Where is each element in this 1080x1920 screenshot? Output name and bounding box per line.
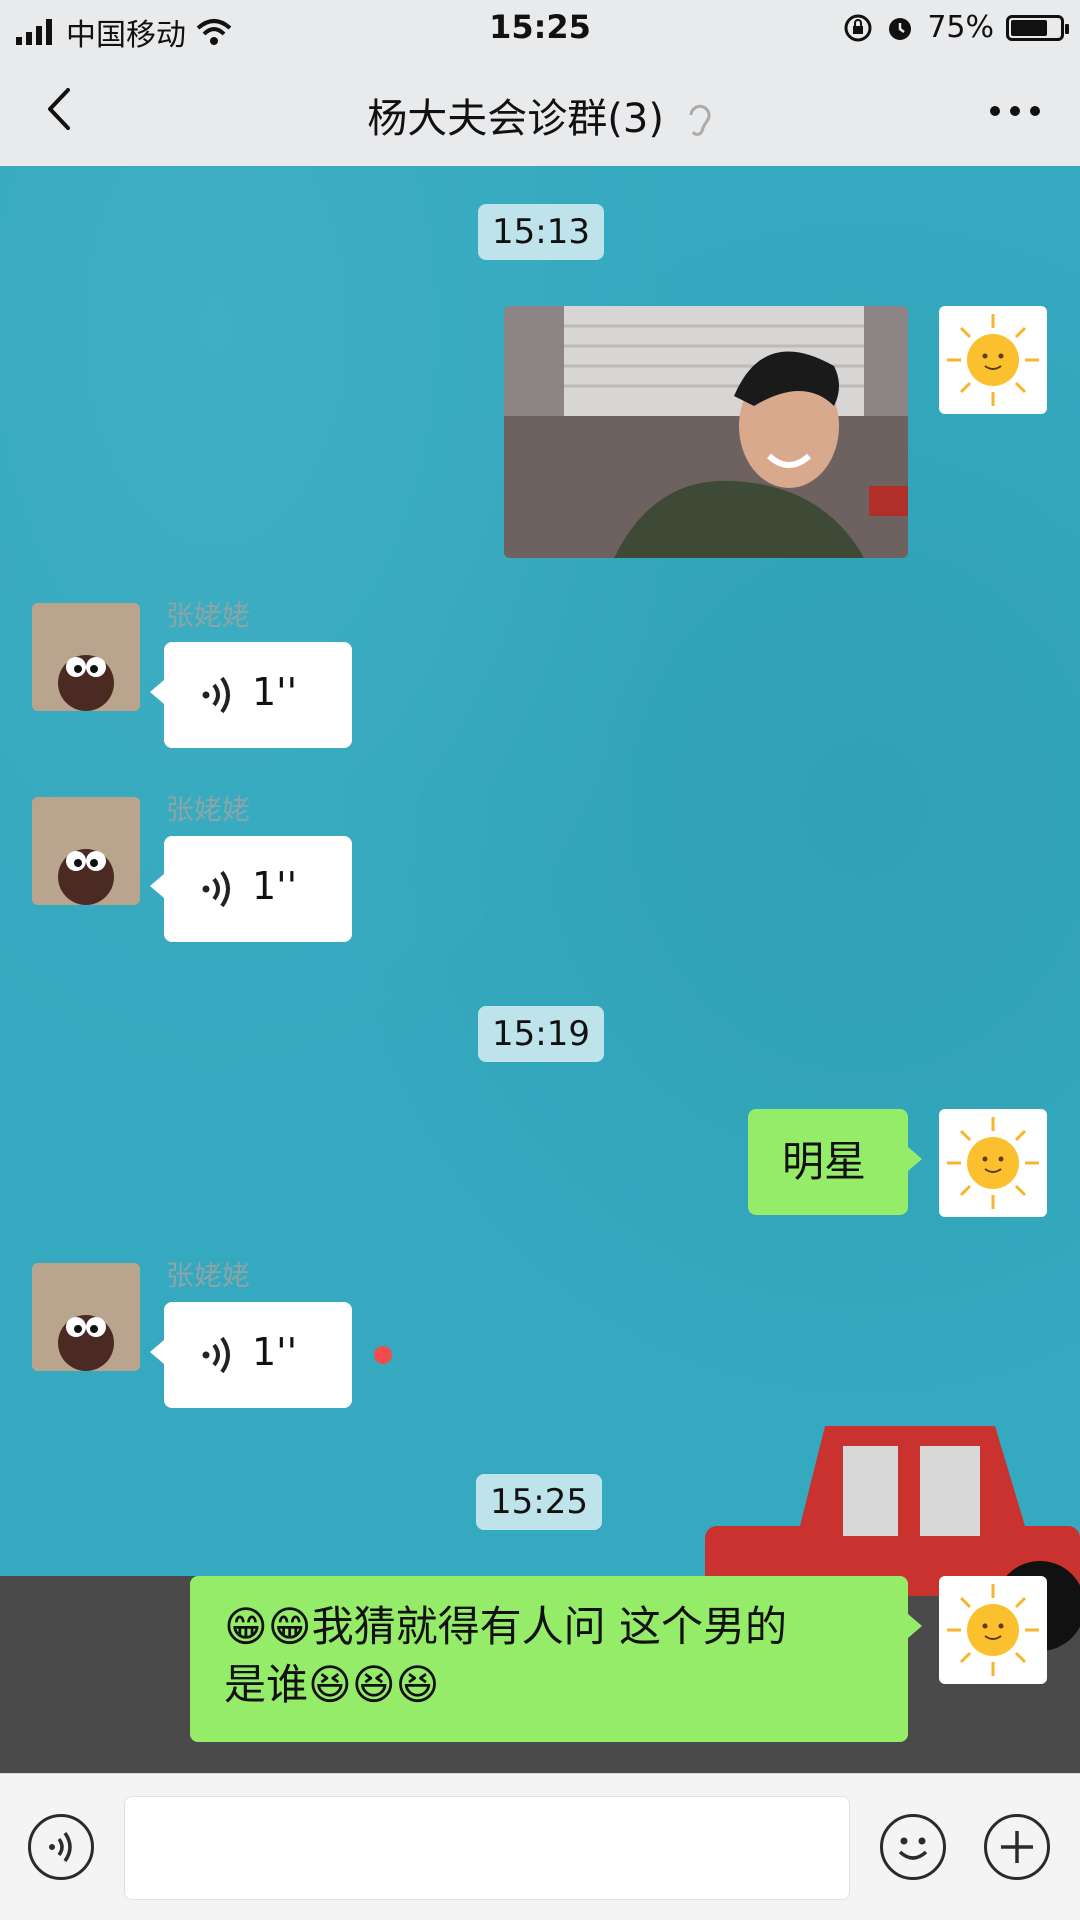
bubble-tail [908, 1147, 922, 1171]
message-line-2: 是谁 [224, 1660, 309, 1709]
emoji-button[interactable] [880, 1814, 946, 1880]
sender-name: 张姥姥 [166, 1259, 251, 1292]
sender-avatar[interactable] [32, 603, 140, 711]
voice-wave-icon [202, 676, 230, 714]
unread-voice-dot [374, 1346, 392, 1364]
text-message-bubble[interactable]: 😁😁我猜就得有人问 这个男的 是谁😆😆😆 [190, 1576, 922, 1742]
photo-image [504, 306, 908, 558]
bubble-tail [908, 1614, 922, 1638]
cookie-monster-avatar-icon [32, 1263, 140, 1371]
bubble-tail [150, 1340, 164, 1364]
smiley-face-icon [898, 1837, 928, 1860]
my-avatar[interactable] [939, 1576, 1047, 1684]
status-right: 75% [843, 10, 1069, 45]
message-text: 😁😁我猜就得有人问 这个男的 是谁😆😆😆 [224, 1598, 787, 1714]
squint-grin-emoji-icon: 😆 [395, 1660, 440, 1709]
text-message-bubble[interactable]: 明星 [748, 1109, 922, 1215]
dot [1010, 106, 1020, 116]
chat-area[interactable]: 15:13 张姥姥 1'' 张姥姥 1'' 15:19 明星 张姥姥 1'' 1… [0, 166, 1080, 1773]
sun-avatar-icon [947, 314, 1039, 406]
battery-icon [1006, 14, 1069, 41]
plus-icon [1001, 1831, 1033, 1863]
message-timestamp: 15:13 [478, 204, 604, 260]
dot [1030, 106, 1040, 116]
message-line-1: 我猜就得有人问 这个男的 [311, 1602, 787, 1651]
navigation-bar: 杨大夫会诊群(3) [0, 56, 1080, 167]
voice-wave-icon [49, 1831, 72, 1863]
image-message[interactable] [504, 306, 908, 558]
cookie-monster-avatar-icon [32, 797, 140, 905]
message-timestamp: 15:25 [476, 1474, 602, 1530]
alarm-icon [889, 17, 912, 40]
bubble-tail [150, 874, 164, 898]
chat-title: 杨大夫会诊群(3) [0, 86, 1080, 144]
message-timestamp: 15:19 [478, 1006, 604, 1062]
squint-grin-emoji-icon: 😆 [351, 1660, 396, 1709]
rotation-lock-icon [844, 14, 872, 41]
cookie-monster-avatar-icon [32, 603, 140, 711]
my-avatar[interactable] [939, 1109, 1047, 1217]
bubble-tail [150, 680, 164, 704]
chat-title-text: 杨大夫会诊群(3) [367, 96, 664, 142]
more-functions-button[interactable] [984, 1814, 1050, 1880]
dot [990, 106, 1000, 116]
voice-duration: 1'' [252, 670, 298, 714]
chat-screen: 中国移动 15:25 75% 杨大夫会诊群(3) 15:13 张姥姥 1'' 张… [0, 0, 1080, 1920]
my-avatar[interactable] [939, 306, 1047, 414]
voice-duration: 1'' [252, 1330, 298, 1374]
sender-name: 张姥姥 [166, 599, 251, 632]
status-bar: 中国移动 15:25 75% [0, 0, 1080, 56]
message-text: 明星 [782, 1137, 867, 1186]
battery-percent: 75% [927, 10, 994, 45]
sun-avatar-icon [947, 1117, 1039, 1209]
sender-avatar[interactable] [32, 1263, 140, 1371]
ear-icon [689, 104, 711, 136]
voice-input-button[interactable] [28, 1814, 94, 1880]
voice-wave-icon [202, 870, 230, 908]
sender-name: 张姥姥 [166, 793, 251, 826]
message-input[interactable] [124, 1796, 850, 1900]
squint-grin-emoji-icon: 😆 [308, 1660, 352, 1709]
voice-wave-icon [202, 1336, 230, 1374]
grin-emoji-icon: 😁 [267, 1602, 312, 1651]
voice-message-bubble[interactable]: 1'' [150, 642, 352, 748]
voice-message-bubble[interactable]: 1'' [150, 836, 352, 942]
sender-avatar[interactable] [32, 797, 140, 905]
sun-avatar-icon [947, 1584, 1039, 1676]
voice-duration: 1'' [252, 864, 298, 908]
voice-message-bubble[interactable]: 1'' [150, 1302, 352, 1408]
input-bar [0, 1773, 1080, 1920]
grin-emoji-icon: 😁 [224, 1602, 268, 1651]
more-options-icon[interactable] [990, 106, 1040, 116]
